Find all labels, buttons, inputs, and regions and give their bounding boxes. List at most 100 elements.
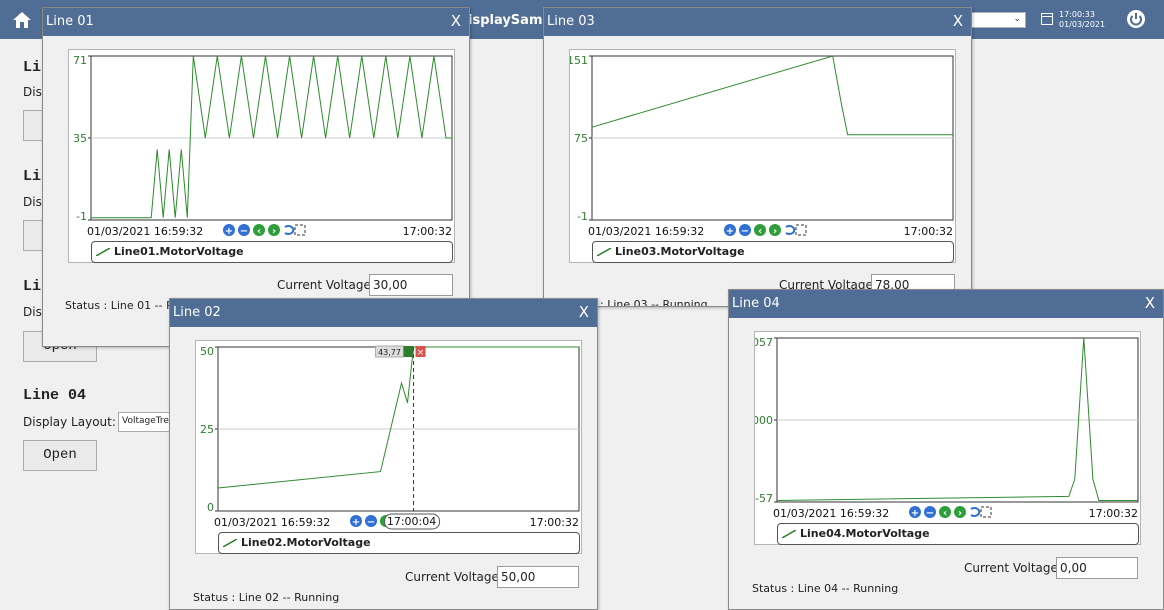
chart-legend[interactable]: Line03.MotorVoltage: [592, 241, 954, 263]
zoom-in-icon[interactable]: +: [909, 506, 921, 519]
dialog-line02: Line 02 X 50 25 0 01/03/2021 16:59:32 17:00:…: [169, 298, 598, 610]
current-voltage-field[interactable]: 30,00: [369, 274, 453, 296]
y-tick-label: 75: [574, 132, 588, 145]
forward-icon-glyph: ›: [773, 226, 777, 237]
display-layout-label: Display Layout:: [23, 415, 116, 429]
dialog-line01: Line 01 X 71 35 -1 01/03/2021 16:59:32 17:00…: [42, 7, 470, 347]
forward-icon-glyph: ›: [958, 508, 962, 519]
open-button-line04[interactable]: Open: [23, 440, 97, 471]
dialog-header: Line 03 X: [544, 8, 971, 36]
y-tick-label: 35: [73, 132, 87, 145]
zoom-out-icon-glyph: −: [741, 226, 749, 237]
legend-line-icon: [223, 539, 237, 547]
calendar-icon[interactable]: [1041, 13, 1053, 25]
x-start-label: 01/03/2021 16:59:32: [773, 507, 889, 520]
fullscreen-icon[interactable]: [294, 224, 306, 236]
section-label: Dis: [23, 305, 42, 319]
x-start-label: 01/03/2021 16:59:32: [87, 225, 203, 238]
layout-select[interactable]: ⌄: [968, 12, 1026, 28]
y-tick-label: 0: [207, 501, 214, 514]
status-text: Status : Line 04 -- Running: [752, 582, 899, 595]
back-icon[interactable]: ‹: [253, 224, 265, 237]
y-tick-label: 6.057: [755, 336, 773, 349]
legend-line-icon: [597, 248, 611, 256]
forward-icon[interactable]: ›: [954, 506, 966, 519]
fullscreen-icon[interactable]: [795, 224, 807, 236]
y-tick-label: -1: [577, 210, 588, 223]
legend-series-name: Line01.MotorVoltage: [114, 245, 244, 258]
legend-series-name: Line04.MotorVoltage: [800, 527, 930, 540]
zoom-in-icon[interactable]: +: [350, 515, 362, 528]
trend-chart[interactable]: 6.057 3.000 -5701/03/2021 16:59:32 17:00:32…: [754, 331, 1141, 545]
dialog-header: Line 04 X: [729, 290, 1163, 318]
y-tick-label: -1: [76, 210, 87, 223]
close-button[interactable]: X: [953, 12, 963, 30]
cursor-color-swatch: [403, 346, 414, 357]
chart-legend[interactable]: Line04.MotorVoltage: [777, 523, 1139, 545]
legend-line-icon: [782, 530, 796, 538]
x-start-label: 01/03/2021 16:59:32: [588, 225, 704, 238]
close-button[interactable]: X: [1145, 294, 1155, 312]
dialog-title: Line 04: [732, 296, 780, 311]
refresh-icon[interactable]: [785, 225, 796, 235]
forward-icon[interactable]: ›: [268, 224, 280, 237]
status-text: : Line 03 -- Running: [600, 298, 708, 307]
chart-svg: 71 35 -101/03/2021 16:59:32 17:00:32 + − ‹ ›: [73, 54, 453, 238]
cursor-time-label: 17:00:04: [387, 515, 436, 528]
refresh-icon[interactable]: [284, 225, 295, 235]
y-tick-label: 3.000: [755, 414, 773, 427]
trend-chart[interactable]: 71 35 -1 01/03/2021 16:59:32 17:00:32 + − ‹ › Lin…: [68, 49, 455, 263]
trend-chart[interactable]: 151 75 -101/03/2021 16:59:32 17:00:32 +−‹ › Li…: [569, 49, 956, 263]
chart-legend[interactable]: Line01.MotorVoltage: [91, 241, 453, 263]
section-label: Dis: [23, 85, 42, 99]
close-button[interactable]: X: [579, 303, 589, 321]
refresh-icon[interactable]: [970, 507, 981, 517]
home-icon[interactable]: [12, 11, 32, 29]
y-tick-label: 50: [200, 345, 214, 358]
x-end-label: 17:00:32: [904, 225, 953, 238]
section-title: Li: [23, 59, 42, 76]
chart-svg: 151 75 -101/03/2021 16:59:32 17:00:32 +−‹ ›: [570, 54, 954, 238]
y-tick-label: 25: [200, 423, 214, 436]
cursor-value-label: 43,77: [378, 348, 401, 357]
zoom-in-icon[interactable]: +: [724, 224, 736, 237]
back-icon-glyph: ‹: [943, 508, 947, 519]
cursor-close-glyph: ×: [417, 348, 425, 358]
current-voltage-label: Current Voltage:: [277, 278, 375, 292]
dialog-title: Line 01: [46, 14, 94, 29]
y-tick-label: 151: [570, 54, 588, 67]
zoom-out-icon[interactable]: −: [739, 224, 751, 237]
zoom-out-icon[interactable]: −: [365, 515, 377, 528]
current-voltage-label: Current Voltage:: [964, 561, 1062, 575]
close-button[interactable]: X: [451, 12, 461, 30]
section-title-line04: Line 04: [23, 387, 87, 404]
dialog-header: Line 01 X: [43, 8, 469, 36]
x-end-label: 17:00:32: [1089, 507, 1138, 520]
dialog-line03: Line 03 X 151 75 -101/03/2021 16:59:32 17:0…: [543, 7, 972, 307]
dialog-header: Line 02 X: [170, 299, 597, 327]
fullscreen-icon[interactable]: [980, 506, 992, 518]
current-voltage-field[interactable]: 50,00: [497, 566, 579, 588]
trend-chart[interactable]: 5025001/03/2021 16:59:3217:00:32+−‹›43,7…: [195, 340, 582, 554]
section-label: Dis: [23, 195, 42, 209]
dialog-title: Line 03: [547, 14, 595, 29]
clock-date: 01/03/2021: [1059, 20, 1106, 29]
chart-svg: 5025001/03/2021 16:59:3217:00:32+−‹›43,7…: [200, 345, 580, 530]
legend-series-name: Line02.MotorVoltage: [241, 536, 371, 549]
back-icon[interactable]: ‹: [939, 506, 951, 519]
back-icon[interactable]: ‹: [754, 224, 766, 237]
zoom-out-icon[interactable]: −: [238, 224, 250, 237]
legend-line-icon: [96, 248, 110, 256]
dialog-title: Line 02: [173, 305, 221, 320]
chevron-down-icon: ⌄: [1013, 14, 1021, 24]
zoom-out-icon-glyph: −: [367, 517, 375, 528]
zoom-in-icon[interactable]: +: [223, 224, 235, 237]
forward-icon-glyph: ›: [272, 226, 276, 237]
chart-legend[interactable]: Line02.MotorVoltage: [218, 532, 580, 554]
zoom-out-icon[interactable]: −: [924, 506, 936, 519]
back-icon-glyph: ‹: [257, 226, 261, 237]
zoom-in-icon-glyph: +: [225, 226, 233, 237]
forward-icon[interactable]: ›: [769, 224, 781, 237]
power-icon[interactable]: [1126, 9, 1146, 29]
current-voltage-field[interactable]: 0,00: [1056, 557, 1138, 579]
